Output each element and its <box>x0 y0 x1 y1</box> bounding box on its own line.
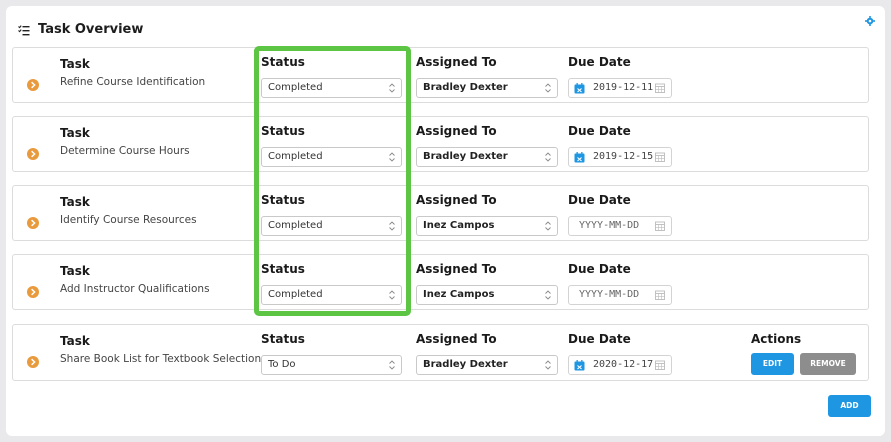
status-value: Completed <box>268 220 323 231</box>
assignee-select[interactable]: Inez Campos <box>416 285 558 305</box>
due-date-input[interactable]: 2019-12-15 <box>568 147 672 167</box>
expand-arrow-icon[interactable] <box>27 148 39 160</box>
select-arrows-icon <box>545 360 551 370</box>
status-select[interactable]: Completed <box>261 285 402 305</box>
calendar-icon <box>574 152 585 163</box>
calendar-grid-icon[interactable] <box>655 152 665 162</box>
assigned-header: Assigned To <box>416 124 497 138</box>
due-date-input[interactable]: 2019-12-11 <box>568 78 672 98</box>
add-task-button[interactable]: ADD <box>828 395 871 417</box>
status-select[interactable]: Completed <box>261 216 402 236</box>
page-title: Task Overview <box>38 22 144 37</box>
assignee-value: Inez Campos <box>423 220 495 231</box>
remove-button[interactable]: REMOVE <box>800 353 856 375</box>
task-header: Task <box>60 334 90 348</box>
select-arrows-icon <box>389 152 395 162</box>
select-arrows-icon <box>389 360 395 370</box>
expand-arrow-icon[interactable] <box>27 356 39 368</box>
status-header: Status <box>261 124 305 138</box>
status-select[interactable]: Completed <box>261 78 402 98</box>
task-header: Task <box>60 126 90 140</box>
task-row: Task Refine Course Identification Status Co… <box>12 47 869 103</box>
due-date-value: 2019-12-11 <box>593 82 654 93</box>
due-date-input[interactable]: YYYY-MM-DD <box>568 285 672 305</box>
due-date-input[interactable]: YYYY-MM-DD <box>568 216 672 236</box>
assignee-select[interactable]: Bradley Dexter <box>416 78 558 98</box>
status-header: Status <box>261 262 305 276</box>
assignee-value: Bradley Dexter <box>423 359 508 370</box>
due-date-value: YYYY-MM-DD <box>579 289 640 300</box>
status-header: Status <box>261 332 305 346</box>
edit-button[interactable]: EDIT <box>751 353 794 375</box>
calendar-icon <box>574 360 585 371</box>
assigned-header: Assigned To <box>416 262 497 276</box>
calendar-grid-icon[interactable] <box>655 290 665 300</box>
checklist-icon <box>18 24 30 35</box>
task-name: Determine Course Hours <box>60 145 190 157</box>
select-arrows-icon <box>545 83 551 93</box>
due-date-header: Due Date <box>568 124 631 138</box>
select-arrows-icon <box>545 221 551 231</box>
due-date-header: Due Date <box>568 332 631 346</box>
calendar-grid-icon[interactable] <box>655 83 665 93</box>
task-name: Add Instructor Qualifications <box>60 283 210 295</box>
select-arrows-icon <box>389 221 395 231</box>
assignee-select[interactable]: Bradley Dexter <box>416 355 558 375</box>
assigned-header: Assigned To <box>416 332 497 346</box>
due-date-input[interactable]: 2020-12-17 <box>568 355 672 375</box>
select-arrows-icon <box>545 290 551 300</box>
task-row: Task Add Instructor Qualifications Status C… <box>12 254 869 310</box>
due-date-value: 2019-12-15 <box>593 151 654 162</box>
select-arrows-icon <box>389 290 395 300</box>
assigned-header: Assigned To <box>416 55 497 69</box>
status-header: Status <box>261 55 305 69</box>
calendar-grid-icon[interactable] <box>655 360 665 370</box>
expand-arrow-icon[interactable] <box>27 79 39 91</box>
task-name: Refine Course Identification <box>60 76 206 88</box>
select-arrows-icon <box>389 83 395 93</box>
assignee-value: Bradley Dexter <box>423 82 508 93</box>
due-date-value: 2020-12-17 <box>593 359 654 370</box>
select-arrows-icon <box>545 152 551 162</box>
task-row: Task Determine Course Hours Status Complete… <box>12 116 869 172</box>
expand-arrow-icon[interactable] <box>27 217 39 229</box>
task-header: Task <box>60 264 90 278</box>
assignee-select[interactable]: Bradley Dexter <box>416 147 558 167</box>
actions-header: Actions <box>751 332 802 346</box>
task-header: Task <box>60 195 90 209</box>
expand-arrow-icon[interactable] <box>27 286 39 298</box>
assignee-value: Bradley Dexter <box>423 151 508 162</box>
calendar-grid-icon[interactable] <box>655 221 665 231</box>
due-date-header: Due Date <box>568 262 631 276</box>
task-row: Task Share Book List for Textbook Selecti… <box>12 324 869 381</box>
gear-icon[interactable] <box>865 16 875 26</box>
calendar-icon <box>574 83 585 94</box>
task-row: Task Identify Course Resources Status Compl… <box>12 185 869 241</box>
status-value: Completed <box>268 151 323 162</box>
status-value: Completed <box>268 289 323 300</box>
status-header: Status <box>261 193 305 207</box>
status-select[interactable]: To Do <box>261 355 402 375</box>
task-name: Share Book List for Textbook Selection <box>60 353 262 365</box>
due-date-header: Due Date <box>568 193 631 207</box>
due-date-header: Due Date <box>568 55 631 69</box>
status-select[interactable]: Completed <box>261 147 402 167</box>
task-name: Identify Course Resources <box>60 214 197 226</box>
panel-header: Task Overview <box>18 22 143 37</box>
status-value: Completed <box>268 82 323 93</box>
assignee-value: Inez Campos <box>423 289 495 300</box>
task-header: Task <box>60 57 90 71</box>
assignee-select[interactable]: Inez Campos <box>416 216 558 236</box>
due-date-value: YYYY-MM-DD <box>579 220 640 231</box>
status-value: To Do <box>268 359 296 370</box>
assigned-header: Assigned To <box>416 193 497 207</box>
